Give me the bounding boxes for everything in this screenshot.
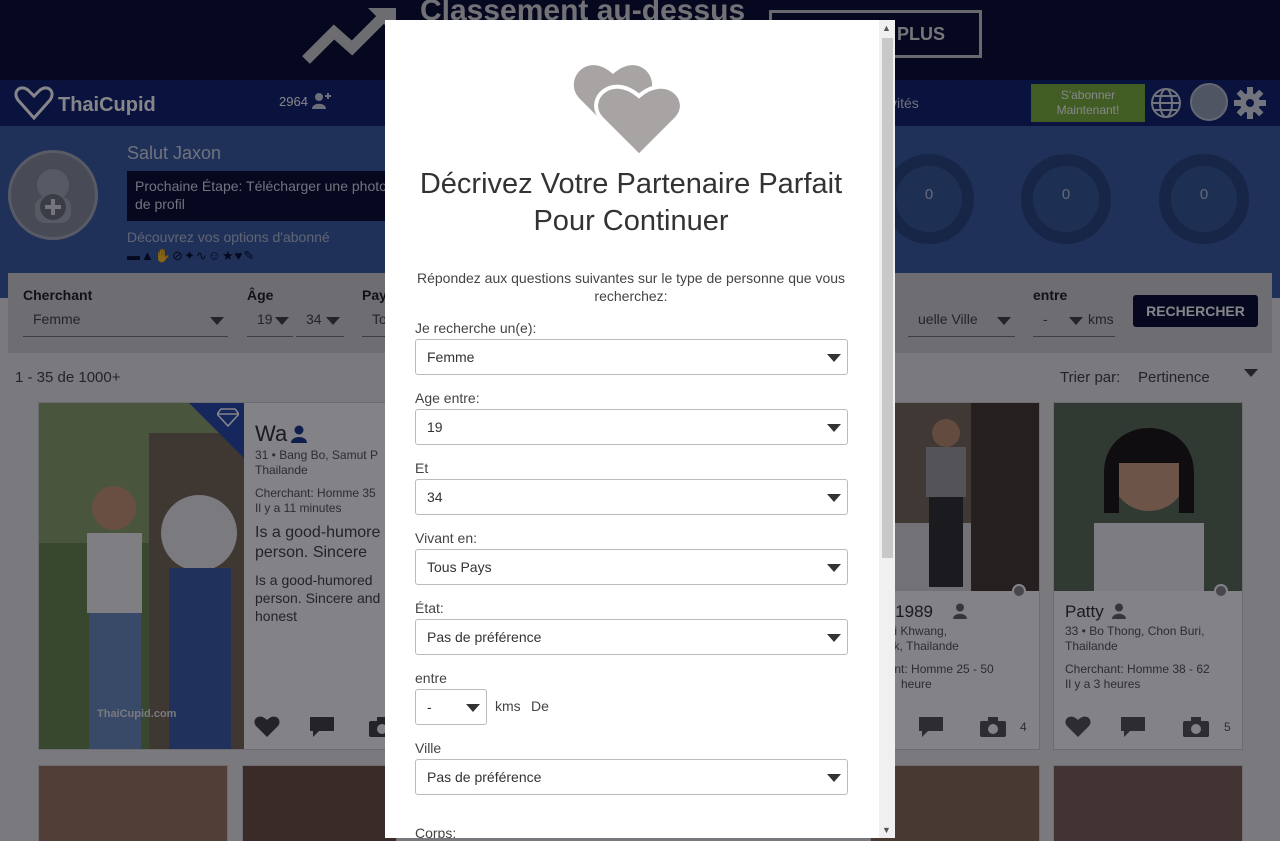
modal-title: Décrivez Votre Partenaire Parfait Pour C… (419, 168, 843, 237)
age-min-label: Age entre: (415, 390, 480, 406)
distance-select[interactable]: - (415, 689, 487, 725)
state-label: État: (415, 600, 444, 616)
modal-intro: Répondez aux questions suivantes sur le … (416, 270, 846, 304)
age-min-select[interactable]: 19 (415, 409, 848, 445)
body-type-label: Corps: (415, 825, 457, 838)
scroll-down-arrow-icon[interactable]: ▼ (882, 825, 891, 835)
modal-scrollbar[interactable]: ▲ ▼ (879, 20, 895, 838)
seeking-gender-select[interactable]: Femme (415, 339, 848, 375)
age-max-label: Et (415, 460, 429, 476)
state-select[interactable]: Pas de préférence (415, 619, 848, 655)
distance-label: entre (415, 670, 447, 686)
hearts-icon (573, 65, 684, 159)
seeking-gender-label: Je recherche un(e): (415, 320, 537, 336)
distance-from: De (531, 698, 549, 714)
city-label: Ville (415, 740, 442, 756)
age-max-select[interactable]: 34 (415, 479, 848, 515)
distance-unit: kms (495, 698, 521, 714)
living-in-label: Vivant en: (415, 530, 478, 546)
ideal-partner-modal: Décrivez Votre Partenaire Parfait Pour C… (385, 20, 895, 838)
scrollbar-thumb[interactable] (882, 38, 893, 558)
city-select[interactable]: Pas de préférence (415, 759, 848, 795)
scroll-up-arrow-icon[interactable]: ▲ (882, 23, 891, 33)
living-in-select[interactable]: Tous Pays (415, 549, 848, 585)
